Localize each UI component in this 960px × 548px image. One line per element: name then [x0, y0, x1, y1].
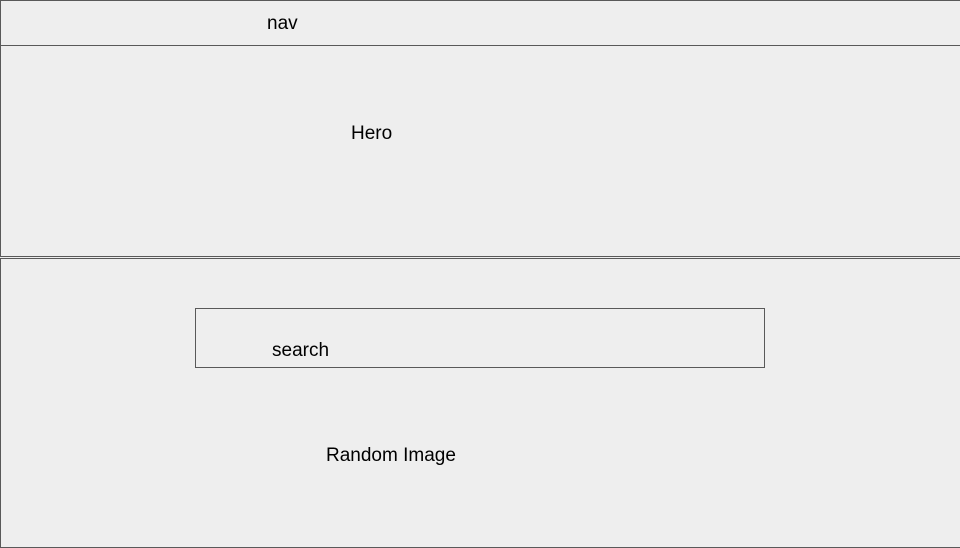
hero-section: Hero — [0, 45, 960, 257]
hero-label: Hero — [351, 123, 393, 144]
search-box[interactable]: search — [195, 308, 765, 368]
nav-section: nav — [0, 0, 960, 46]
content-section — [0, 258, 960, 548]
random-image-label: Random Image — [326, 445, 456, 466]
nav-label: nav — [267, 13, 298, 34]
search-label: search — [272, 340, 330, 361]
